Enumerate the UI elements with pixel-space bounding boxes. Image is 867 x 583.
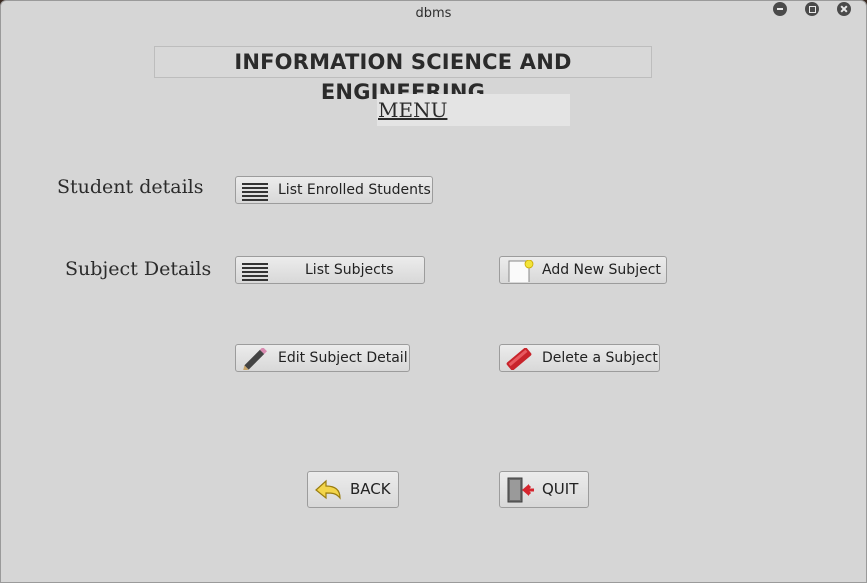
list-lines-icon <box>242 183 268 201</box>
app-window: dbms INFORMATION SCIENCE AND ENGINEERING… <box>0 0 867 583</box>
back-label: BACK <box>350 480 391 498</box>
edit-subject-detail-button[interactable]: Edit Subject Detail <box>235 344 410 372</box>
maximize-icon[interactable] <box>805 2 819 16</box>
quit-button[interactable]: QUIT <box>499 471 589 508</box>
subject-details-label: Subject Details <box>65 258 212 280</box>
list-lines-icon <box>242 263 268 281</box>
eraser-icon <box>506 348 532 370</box>
delete-a-subject-label: Delete a Subject <box>542 350 658 366</box>
page-title: INFORMATION SCIENCE AND ENGINEERING <box>154 46 652 104</box>
list-enrolled-students-label: List Enrolled Students <box>278 182 431 198</box>
add-new-subject-label: Add New Subject <box>542 262 661 278</box>
window-title: dbms <box>415 6 452 21</box>
student-details-label: Student details <box>57 176 204 198</box>
back-arrow-icon <box>315 479 341 500</box>
delete-a-subject-button[interactable]: Delete a Subject <box>499 344 660 372</box>
new-document-icon <box>508 260 534 282</box>
quit-label: QUIT <box>542 480 579 498</box>
list-subjects-button[interactable]: List Subjects <box>235 256 425 284</box>
back-button[interactable]: BACK <box>307 471 399 508</box>
edit-subject-detail-label: Edit Subject Detail <box>278 350 408 366</box>
list-subjects-label: List Subjects <box>305 262 394 278</box>
menu-heading: MENU <box>378 98 448 122</box>
list-enrolled-students-button[interactable]: List Enrolled Students <box>235 176 433 204</box>
add-new-subject-button[interactable]: Add New Subject <box>499 256 667 284</box>
pencil-icon <box>242 348 268 370</box>
exit-door-icon <box>507 477 534 503</box>
minimize-icon[interactable] <box>773 2 787 16</box>
title-bar: dbms <box>1 1 866 27</box>
close-icon[interactable] <box>837 2 851 16</box>
menu-heading-box: MENU <box>377 94 570 126</box>
